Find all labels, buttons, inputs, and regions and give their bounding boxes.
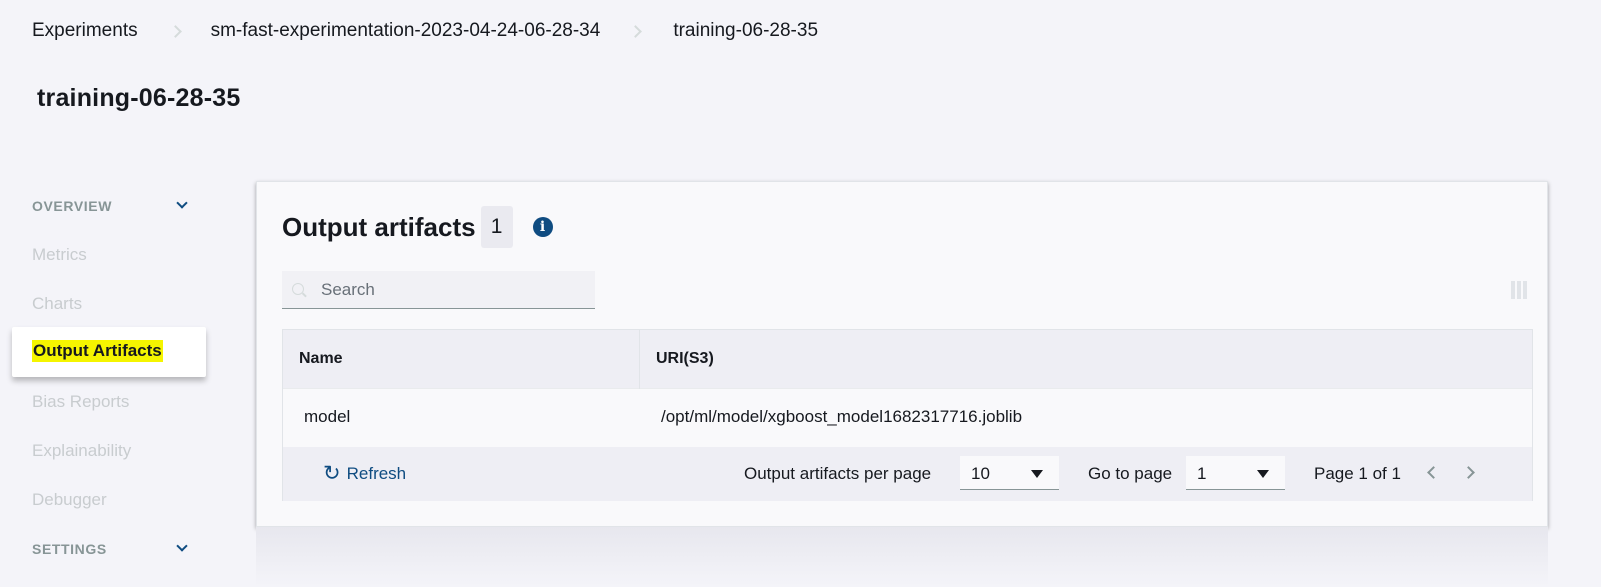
- sidebar-section-label: SETTINGS: [32, 541, 107, 557]
- caret-down-icon: [1257, 470, 1269, 478]
- chevron-down-icon[interactable]: [176, 197, 188, 209]
- refresh-icon: ↻: [323, 462, 341, 485]
- goto-page-select[interactable]: 1: [1186, 456, 1285, 490]
- search-input[interactable]: [321, 279, 581, 300]
- search-icon: [292, 282, 306, 297]
- previous-page-icon[interactable]: [1427, 466, 1440, 479]
- table-footer: ↻ Refresh Output artifacts per page 10 G…: [283, 447, 1532, 501]
- refresh-label: Refresh: [346, 463, 407, 483]
- sidebar-item-bias-reports[interactable]: Bias Reports: [32, 392, 129, 412]
- per-page-label: Output artifacts per page: [744, 464, 932, 483]
- panel-title: Output artifacts: [282, 211, 476, 242]
- column-settings-icon[interactable]: [1511, 281, 1527, 299]
- column-header-name[interactable]: Name: [299, 350, 343, 368]
- sidebar-item-output-artifacts[interactable]: Output Artifacts: [12, 327, 206, 377]
- page-indicator: Page 1 of 1: [1314, 464, 1401, 483]
- table-row[interactable]: model /opt/ml/model/xgboost_model1682317…: [283, 389, 1532, 447]
- sidebar-section-label: OVERVIEW: [32, 198, 113, 214]
- caret-down-icon: [1031, 470, 1043, 478]
- sidebar-section-overview[interactable]: OVERVIEW: [32, 198, 112, 214]
- next-page-icon[interactable]: [1462, 466, 1475, 479]
- column-header-uri[interactable]: URI(S3): [656, 350, 714, 368]
- breadcrumb-trial: training-06-28-35: [673, 20, 819, 41]
- cell-name: model: [304, 407, 351, 426]
- output-artifacts-panel: Output artifacts 1 i Name URI(S3) model …: [256, 181, 1548, 527]
- sidebar-item-metrics[interactable]: Metrics: [32, 245, 87, 265]
- sidebar-section-settings[interactable]: SETTINGS: [32, 541, 107, 557]
- panel-shadow: [256, 527, 1548, 587]
- goto-page-label: Go to page: [1088, 464, 1173, 483]
- search-box: [282, 271, 595, 309]
- chevron-right-icon: [629, 24, 643, 38]
- per-page-select[interactable]: 10: [960, 456, 1059, 490]
- table-header: Name URI(S3): [283, 330, 1532, 389]
- page-title: training-06-28-35: [37, 84, 241, 112]
- per-page-value: 10: [971, 464, 990, 483]
- chevron-right-icon: [168, 24, 182, 38]
- page: Experiments sm-fast-experimentation-2023…: [0, 0, 1601, 587]
- breadcrumb-experiments[interactable]: Experiments: [32, 20, 138, 42]
- breadcrumb-experiment[interactable]: sm-fast-experimentation-2023-04-24-06-28…: [211, 20, 601, 42]
- sidebar-item-debugger[interactable]: Debugger: [32, 490, 107, 510]
- panel-header: Output artifacts 1 i: [282, 206, 553, 248]
- sidebar-item-charts[interactable]: Charts: [32, 294, 82, 314]
- chevron-down-icon[interactable]: [176, 540, 188, 552]
- info-icon[interactable]: i: [532, 217, 553, 237]
- sidebar-item-label: Output Artifacts: [32, 340, 163, 362]
- refresh-button[interactable]: ↻ Refresh: [323, 463, 406, 484]
- goto-page-value: 1: [1197, 464, 1207, 483]
- sidebar-item-explainability[interactable]: Explainability: [32, 441, 131, 461]
- artifacts-table: Name URI(S3) model /opt/ml/model/xgboost…: [282, 329, 1533, 501]
- cell-uri[interactable]: /opt/ml/model/xgboost_model1682317716.jo…: [661, 407, 1022, 427]
- breadcrumb: Experiments sm-fast-experimentation-2023…: [32, 20, 818, 42]
- count-badge: 1: [480, 206, 513, 248]
